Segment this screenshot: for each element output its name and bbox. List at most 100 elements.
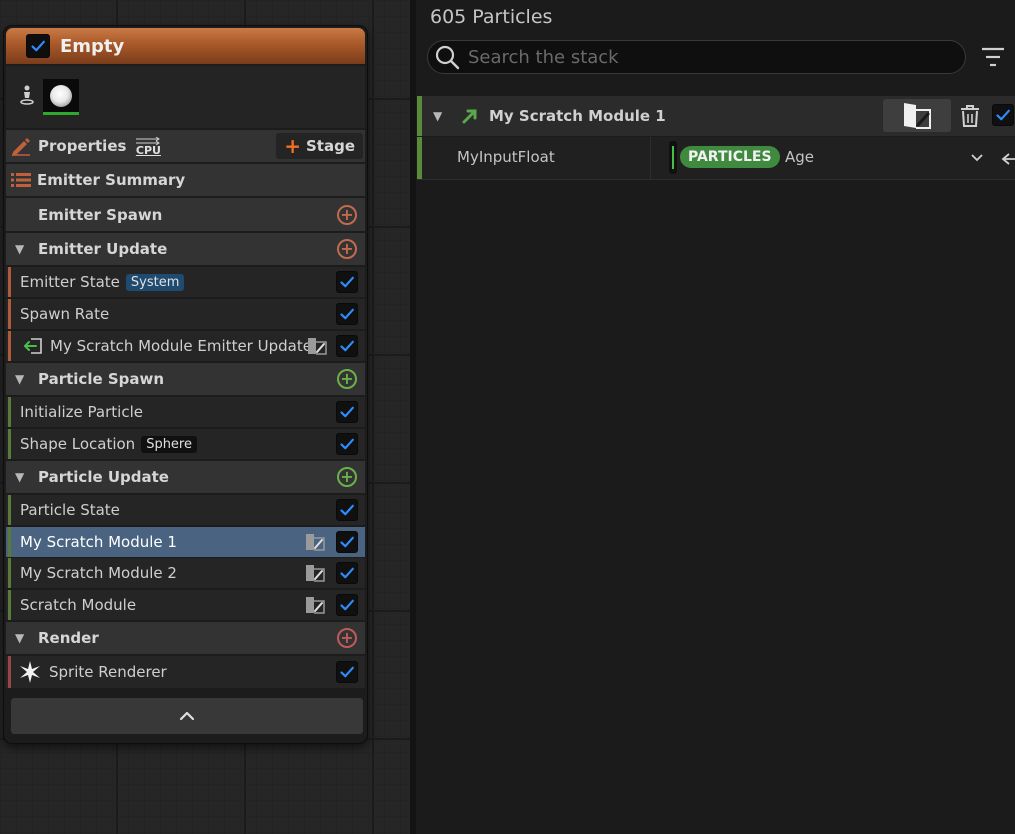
module-label: My Scratch Module 1	[20, 533, 177, 551]
sphere-thumbnail-icon	[50, 84, 72, 107]
linked-input-indicator	[669, 141, 677, 174]
module-label: Particle State	[20, 501, 120, 519]
stage-color-bar	[8, 527, 11, 557]
scratch-edit-icon[interactable]	[307, 337, 327, 355]
module-enabled-checkbox[interactable]	[336, 401, 358, 423]
module-enabled-checkbox[interactable]	[336, 531, 358, 553]
checkmark-icon	[339, 306, 355, 322]
module-row[interactable]: Emitter State System	[6, 267, 365, 297]
checkmark-icon	[995, 107, 1011, 123]
section-emitter-spawn[interactable]: Emitter Spawn +	[6, 198, 365, 231]
stage-label: Stage	[305, 137, 355, 155]
module-label: Emitter State	[20, 273, 120, 291]
section-particle-update[interactable]: ▼ Particle Update +	[6, 461, 365, 493]
emitter-thumbnail[interactable]	[43, 79, 79, 115]
module-enabled-checkbox[interactable]	[336, 335, 358, 357]
collapse-caret-icon[interactable]: ▼	[15, 631, 31, 645]
module-header[interactable]: ▼ My Scratch Module 1	[417, 96, 1015, 136]
stage-color-bar	[417, 96, 422, 136]
trash-icon[interactable]	[959, 104, 981, 128]
add-module-button[interactable]: +	[337, 369, 357, 389]
chevron-down-icon[interactable]	[970, 151, 984, 165]
module-row[interactable]: Scratch Module	[6, 590, 365, 620]
module-input-row[interactable]: MyInputFloat PARTICLES Age	[417, 137, 1015, 180]
module-enabled-checkbox[interactable]	[336, 303, 358, 325]
selection-stack-panel: 605 Particles ▼ My Scratch Module 1	[416, 0, 1015, 834]
emitter-preview-bar	[6, 66, 365, 128]
module-row[interactable]: Shape Location Sphere	[6, 429, 365, 459]
add-module-button[interactable]: +	[337, 467, 357, 487]
module-title: My Scratch Module 1	[489, 107, 666, 125]
cpu-sim-target-icon: CPU	[135, 136, 161, 156]
filter-icon[interactable]	[980, 46, 1006, 68]
stack-search-box[interactable]	[427, 40, 966, 74]
module-enabled-checkbox[interactable]	[336, 271, 358, 293]
module-enabled-checkbox[interactable]	[336, 594, 358, 616]
stage-color-bar	[8, 558, 11, 588]
add-renderer-button[interactable]: +	[337, 628, 357, 648]
module-row[interactable]: My Scratch Module 2	[6, 558, 365, 588]
section-label: Particle Update	[38, 468, 169, 486]
module-label: Scratch Module	[20, 596, 137, 614]
person-icon	[20, 85, 34, 105]
column-splitter[interactable]	[650, 137, 651, 180]
emitter-enabled-checkbox[interactable]	[26, 34, 50, 58]
checkmark-icon	[339, 338, 355, 354]
checkmark-icon	[339, 274, 355, 290]
collapse-caret-icon[interactable]: ▼	[15, 242, 31, 256]
emitter-person-icon[interactable]	[19, 85, 35, 110]
emitter-node-header[interactable]: Empty	[6, 28, 365, 64]
module-label: My Scratch Module Emitter Update	[50, 337, 312, 355]
module-enabled-checkbox[interactable]	[336, 499, 358, 521]
collapse-caret-icon[interactable]: ▼	[433, 109, 449, 123]
add-module-button[interactable]: +	[337, 204, 357, 225]
module-enabled-checkbox[interactable]	[336, 433, 358, 455]
add-module-button[interactable]: +	[337, 239, 357, 259]
stage-color-bar	[8, 299, 11, 329]
module-enabled-checkbox[interactable]	[992, 104, 1014, 126]
section-emitter-update[interactable]: ▼ Emitter Update +	[6, 233, 365, 265]
pencil-icon	[12, 138, 30, 156]
module-row-selected[interactable]: My Scratch Module 1	[6, 527, 365, 557]
module-enabled-checkbox[interactable]	[336, 661, 358, 683]
module-row[interactable]: Spawn Rate	[6, 299, 365, 329]
checkmark-icon	[339, 502, 355, 518]
module-row[interactable]: Particle State	[6, 495, 365, 525]
scratch-edit-icon[interactable]	[305, 596, 325, 614]
scratch-edit-icon[interactable]	[305, 564, 325, 582]
module-row[interactable]: My Scratch Module Emitter Update	[6, 331, 365, 361]
attribute-name: Age	[785, 148, 815, 166]
collapse-caret-icon[interactable]: ▼	[15, 470, 31, 484]
section-render[interactable]: ▼ Render +	[6, 622, 365, 654]
scratch-edit-icon	[904, 102, 931, 129]
module-enabled-checkbox[interactable]	[336, 562, 358, 584]
renderer-row[interactable]: Sprite Renderer	[6, 656, 365, 688]
module-label: Sprite Renderer	[49, 663, 167, 681]
stage-color-bar	[8, 656, 11, 688]
scratch-edit-icon[interactable]	[305, 533, 325, 551]
stage-color-bar	[417, 137, 422, 179]
collapse-node-button[interactable]	[11, 698, 363, 734]
stage-color-bar	[8, 331, 11, 361]
section-label: Particle Spawn	[38, 370, 165, 388]
add-stage-button[interactable]: + Stage	[276, 133, 363, 159]
reset-arrow-icon[interactable]	[1001, 150, 1015, 166]
emitter-summary-row[interactable]: Emitter Summary	[6, 164, 365, 196]
module-badge: Sphere	[141, 435, 197, 453]
checkmark-icon	[339, 436, 355, 452]
plus-icon: +	[284, 134, 301, 158]
sprite-renderer-icon	[20, 661, 40, 683]
collapse-caret-icon[interactable]: ▼	[15, 372, 31, 386]
emitter-node[interactable]: Empty Properties CPU + Stage Emitter Sum…	[4, 26, 367, 743]
module-label: Shape Location	[20, 435, 136, 453]
edit-scratch-module-button[interactable]	[883, 99, 951, 132]
checkmark-icon	[339, 565, 355, 581]
module-row[interactable]: Initialize Particle	[6, 397, 365, 427]
module-label: Spawn Rate	[20, 305, 110, 323]
search-input[interactable]	[468, 46, 948, 68]
properties-label: Properties	[38, 137, 127, 155]
module-badge: System	[125, 273, 185, 291]
input-name-label: MyInputFloat	[457, 148, 555, 166]
properties-row[interactable]: Properties CPU + Stage	[6, 130, 365, 162]
section-particle-spawn[interactable]: ▼ Particle Spawn +	[6, 363, 365, 395]
